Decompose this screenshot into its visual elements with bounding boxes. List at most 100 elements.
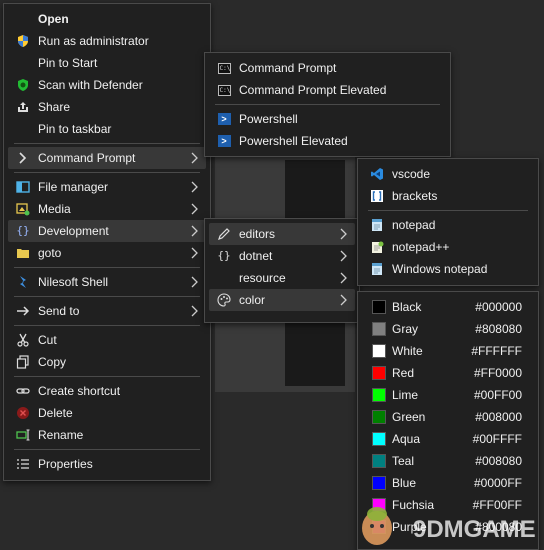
menu-item-color-teal[interactable]: Teal #008080 bbox=[362, 450, 534, 472]
menu-item-label: Command Prompt bbox=[239, 61, 337, 75]
menu-item-label: goto bbox=[38, 246, 62, 260]
menu-item-powershell[interactable]: > Powershell bbox=[209, 108, 446, 130]
menu-item-color-green[interactable]: Green #008000 bbox=[362, 406, 534, 428]
defender-icon bbox=[16, 78, 30, 92]
menu-item-vscode[interactable]: vscode bbox=[362, 163, 534, 185]
menu-item-label: Command Prompt Elevated bbox=[239, 83, 387, 97]
submenu-arrow-icon bbox=[340, 228, 347, 240]
menu-item-label: Rename bbox=[38, 428, 84, 442]
menu-item-command-prompt[interactable]: Command Prompt bbox=[8, 147, 206, 169]
menu-item-label: Nilesoft Shell bbox=[38, 275, 109, 289]
color-swatch bbox=[372, 344, 386, 358]
color-swatch bbox=[372, 300, 386, 314]
vscode-icon bbox=[370, 167, 384, 181]
menu-item-properties[interactable]: Properties bbox=[8, 453, 206, 475]
color-swatch bbox=[372, 388, 386, 402]
pencil-icon bbox=[217, 227, 231, 241]
menu-item-pin-to-taskbar[interactable]: Pin to taskbar bbox=[8, 118, 206, 140]
menu-item-label: Share bbox=[38, 100, 71, 114]
menu-item-label: Cut bbox=[38, 333, 57, 347]
color-name: Gray bbox=[392, 322, 419, 336]
properties-icon bbox=[16, 457, 30, 471]
color-swatch bbox=[372, 432, 386, 446]
menu-item-media[interactable]: Media bbox=[8, 198, 206, 220]
menu-item-pin-to-start[interactable]: Pin to Start bbox=[8, 52, 206, 74]
color-name: Red bbox=[392, 366, 415, 380]
menu-item-label: brackets bbox=[392, 189, 438, 203]
menu-item-delete[interactable]: Delete bbox=[8, 402, 206, 424]
editors-submenu: vscode brackets notepad notepad++ Window… bbox=[357, 158, 539, 286]
menu-item-color-blue[interactable]: Blue #0000FF bbox=[362, 472, 534, 494]
menu-item-label: Scan with Defender bbox=[38, 78, 143, 92]
menu-item-label: vscode bbox=[392, 167, 431, 181]
menu-item-color-aqua[interactable]: Aqua #00FFFF bbox=[362, 428, 534, 450]
menu-item-color-gray[interactable]: Gray #808080 bbox=[362, 318, 534, 340]
menu-separator bbox=[14, 325, 200, 326]
menu-item-notepad[interactable]: notepad bbox=[362, 214, 534, 236]
menu-item-nilesoft-shell[interactable]: Nilesoft Shell bbox=[8, 271, 206, 293]
menu-item-command-prompt[interactable]: C:\ Command Prompt bbox=[209, 57, 446, 79]
menu-item-label: Copy bbox=[38, 355, 67, 369]
menu-item-color-black[interactable]: Black #000000 bbox=[362, 296, 534, 318]
menu-item-run-as-administrator[interactable]: Run as administrator bbox=[8, 30, 206, 52]
menu-item-label: Run as administrator bbox=[38, 34, 149, 48]
menu-item-label: Open bbox=[38, 12, 69, 26]
color-hex: #0000FF bbox=[473, 476, 522, 490]
menu-item-label: notepad++ bbox=[392, 240, 450, 254]
braces-icon: {} bbox=[217, 249, 231, 262]
menu-item-notepadpp[interactable]: notepad++ bbox=[362, 236, 534, 258]
scissors-icon bbox=[16, 333, 30, 347]
menu-item-windows-notepad[interactable]: Windows notepad bbox=[362, 258, 534, 280]
menu-item-copy[interactable]: Copy bbox=[8, 351, 206, 373]
menu-item-color[interactable]: color bbox=[209, 289, 355, 311]
menu-item-label: dotnet bbox=[239, 249, 273, 263]
menu-item-label: Command Prompt bbox=[38, 151, 136, 165]
menu-item-share[interactable]: Share bbox=[8, 96, 206, 118]
menu-item-goto[interactable]: goto bbox=[8, 242, 206, 264]
nilesoft-icon bbox=[16, 275, 30, 289]
color-swatch bbox=[372, 410, 386, 424]
color-hex: #008080 bbox=[475, 454, 522, 468]
menu-item-cut[interactable]: Cut bbox=[8, 329, 206, 351]
menu-item-label: Development bbox=[38, 224, 109, 238]
menu-item-resource[interactable]: resource bbox=[209, 267, 355, 289]
link-icon bbox=[16, 384, 30, 398]
send-icon bbox=[16, 304, 30, 318]
menu-item-color-red[interactable]: Red #FF0000 bbox=[362, 362, 534, 384]
menu-item-color-white[interactable]: White #FFFFFF bbox=[362, 340, 534, 362]
color-name: Aqua bbox=[392, 432, 421, 446]
menu-separator bbox=[368, 210, 528, 211]
menu-item-development[interactable]: {} Development bbox=[8, 220, 206, 242]
notepad-icon bbox=[370, 262, 384, 276]
submenu-arrow-icon bbox=[191, 276, 198, 288]
menu-item-send-to[interactable]: Send to bbox=[8, 300, 206, 322]
menu-item-editors[interactable]: editors bbox=[209, 223, 355, 245]
color-name: Black bbox=[392, 300, 422, 314]
menu-item-open[interactable]: Open bbox=[8, 8, 206, 30]
copy-icon bbox=[16, 355, 30, 369]
menu-separator bbox=[14, 143, 200, 144]
menu-item-powershell-elevated[interactable]: > Powershell Elevated bbox=[209, 130, 446, 152]
delete-icon bbox=[16, 406, 30, 420]
menu-item-rename[interactable]: Rename bbox=[8, 424, 206, 446]
menu-item-color-lime[interactable]: Lime #00FF00 bbox=[362, 384, 534, 406]
menu-separator bbox=[14, 267, 200, 268]
color-name: Lime bbox=[392, 388, 419, 402]
color-name: White bbox=[392, 344, 423, 358]
color-swatch bbox=[372, 366, 386, 380]
shield-icon bbox=[16, 34, 30, 48]
menu-item-dotnet[interactable]: {} dotnet bbox=[209, 245, 355, 267]
rename-icon bbox=[16, 428, 30, 442]
folder-icon bbox=[16, 246, 30, 260]
menu-item-command-prompt-elevated[interactable]: C:\ Command Prompt Elevated bbox=[209, 79, 446, 101]
menu-separator bbox=[14, 376, 200, 377]
color-name: Green bbox=[392, 410, 426, 424]
menu-separator bbox=[215, 104, 440, 105]
menu-item-scan-with-defender[interactable]: Scan with Defender bbox=[8, 74, 206, 96]
menu-item-brackets[interactable]: brackets bbox=[362, 185, 534, 207]
menu-item-label: Media bbox=[38, 202, 71, 216]
notepadpp-icon bbox=[370, 240, 384, 254]
menu-item-file-manager[interactable]: File manager bbox=[8, 176, 206, 198]
color-hex: #FFFFFF bbox=[471, 344, 522, 358]
menu-item-create-shortcut[interactable]: Create shortcut bbox=[8, 380, 206, 402]
